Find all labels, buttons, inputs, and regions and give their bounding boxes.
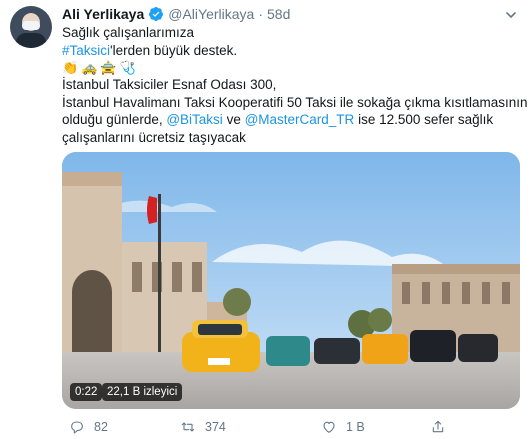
video-player[interactable]: 0:22 22,1 B izleyici [62, 152, 520, 409]
clapping-hands-icon: 👏 [62, 60, 79, 75]
like-count: 1 B [346, 420, 365, 434]
verified-icon [148, 6, 164, 22]
avatar-suit [16, 33, 46, 48]
tweet-line-5: olduğu günlerde, @BiTaksi ve @MasterCard… [62, 111, 522, 129]
author-handle[interactable]: @AliYerlikaya [168, 6, 254, 22]
tweet-line-4: İstanbul Havalimanı Taksi Kooperatifi 50… [62, 94, 528, 110]
oncoming-taxi-icon: 🚖 [100, 60, 117, 75]
tweet-line-1: Sağlık çalışanlarımıza [62, 25, 195, 40]
avatar[interactable] [10, 6, 52, 48]
tweet-line-5-mid: ve [222, 112, 245, 127]
share-button[interactable] [430, 419, 446, 435]
reply-icon [71, 421, 83, 434]
retweet-count: 374 [205, 420, 226, 434]
video-views: 22,1 B izleyici [102, 383, 183, 401]
mention-bitaksi[interactable]: @BiTaksi [166, 112, 222, 127]
retweet-button[interactable]: 374 [180, 419, 226, 435]
chevron-down-icon[interactable] [504, 8, 518, 22]
taxi-icon: 🚕 [81, 60, 98, 75]
hashtag-link[interactable]: #Taksici [62, 43, 110, 58]
tweet-line-2: #Taksici'lerden büyük destek. [62, 42, 522, 60]
video-thumbnail [62, 152, 520, 409]
retweet-icon [181, 422, 195, 432]
like-button[interactable]: 1 B [321, 419, 365, 435]
reply-button[interactable]: 82 [69, 419, 108, 435]
mention-mastercard[interactable]: @MasterCard_TR [245, 112, 355, 127]
tweet-line-6: çalışanlarını ücretsiz taşıyacak [62, 129, 246, 145]
tweet-line-2-suffix: 'lerden büyük destek. [110, 42, 238, 58]
video-duration: 0:22 [70, 383, 103, 401]
reply-count: 82 [94, 420, 108, 434]
author-name[interactable]: Ali Yerlikaya [62, 6, 144, 22]
tweet-line-5-prefix: olduğu günlerde, [62, 112, 167, 127]
stethoscope-icon: 🩺 [119, 60, 136, 75]
tweet-line-5-suffix: ise 12.500 sefer sağlık [354, 112, 494, 127]
tweet-line-3: İstanbul Taksiciler Esnaf Odası 300, [62, 77, 277, 92]
avatar-mask [22, 21, 40, 30]
share-icon [432, 420, 444, 433]
tweet-actions: 82 374 1 B [62, 418, 492, 436]
tweet-time[interactable]: 58d [267, 6, 290, 22]
heart-icon [323, 421, 335, 433]
tweet-text: Sağlık çalışanlarımıza #Taksici'lerden b… [62, 24, 528, 146]
tweet-header: Ali Yerlikaya @AliYerlikaya · 58d [62, 5, 290, 23]
emoji-row: 👏 🚕 🚖 🩺 [62, 59, 522, 76]
separator: · [258, 6, 263, 22]
tweet[interactable]: Ali Yerlikaya @AliYerlikaya · 58d Sağlık… [0, 0, 532, 439]
